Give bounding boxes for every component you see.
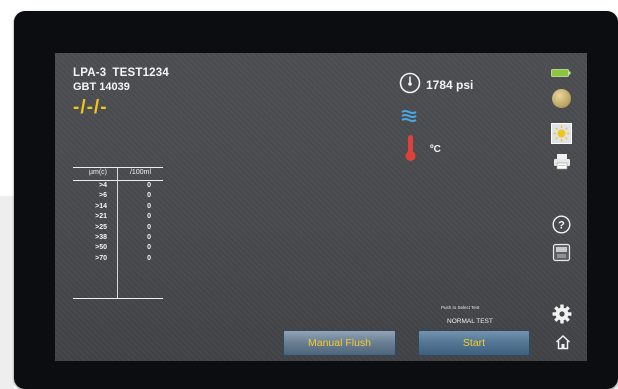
device-screen: LPA-3 TEST1234 GBT 14039 -/-/- 1784 psi º… (55, 53, 587, 361)
size-cell: >50 (95, 244, 107, 252)
size-cell: >21 (95, 213, 107, 221)
column-divider (117, 168, 118, 298)
size-cell: >4 (99, 182, 107, 189)
gbt-standard: GBT 14039 (73, 81, 130, 93)
battery-icon (551, 69, 571, 77)
table-row: >25 0 (73, 223, 163, 233)
device-bezel: LPA-3 TEST1234 GBT 14039 -/-/- 1784 psi º… (14, 11, 618, 389)
pressure-readout: 1784 psi (426, 78, 474, 92)
backdrop (0, 196, 14, 389)
brightness-icon[interactable] (552, 89, 571, 108)
table-row: >14 0 (73, 202, 163, 212)
table-row: >38 0 (73, 233, 163, 243)
count-cell: 0 (147, 213, 151, 221)
svg-text:?: ? (558, 219, 565, 231)
thermometer-icon (405, 135, 416, 161)
count-cell: 0 (147, 192, 151, 200)
table-bottom-rule (73, 298, 163, 299)
particle-count-table: µm(c) /100ml >4 0 >6 0 >14 0 >21 0 >25 0 >38 0… (73, 167, 163, 299)
column-header-count: /100ml (129, 169, 151, 176)
home-icon[interactable] (555, 334, 571, 350)
model-label: LPA-3 (73, 67, 107, 79)
device-id: TEST1234 (112, 67, 169, 79)
manual-flush-button[interactable]: Manual Flush (283, 330, 396, 356)
count-cell: 0 (147, 182, 151, 189)
table-row: >6 0 (73, 191, 163, 201)
size-cell: >38 (95, 233, 107, 241)
count-cell: 0 (147, 223, 151, 231)
size-cell: >70 (95, 254, 107, 262)
table-row: >50 0 (73, 243, 163, 253)
gear-icon[interactable] (552, 304, 572, 324)
temperature-unit: ºC (430, 144, 441, 155)
test-mode-selector[interactable]: NORMAL TEST (447, 318, 493, 325)
table-row: >70 0 (73, 254, 163, 264)
count-cell: 0 (147, 202, 151, 210)
pressure-gauge-icon (399, 72, 421, 94)
table-header: µm(c) /100ml (73, 168, 163, 181)
count-cell: 0 (147, 244, 151, 252)
size-cell: >6 (99, 192, 107, 200)
table-row: >21 0 (73, 212, 163, 222)
column-header-size: µm(c) (88, 169, 107, 176)
memory-card-icon[interactable] (552, 243, 571, 262)
test-select-caption: Push to Select Test (441, 305, 480, 310)
device-id-line: LPA-3 TEST1234 (73, 67, 175, 79)
start-button[interactable]: Start (418, 330, 530, 356)
size-cell: >25 (95, 223, 107, 231)
table-row: >4 0 (73, 181, 163, 191)
help-icon[interactable]: ? (552, 215, 571, 234)
water-waves-icon (401, 110, 417, 122)
printer-icon[interactable] (553, 153, 571, 170)
sun-icon[interactable] (551, 123, 572, 144)
count-cell: 0 (147, 254, 151, 262)
size-cell: >14 (95, 202, 107, 210)
count-cell: 0 (147, 233, 151, 241)
date-display: -/-/- (73, 97, 108, 118)
